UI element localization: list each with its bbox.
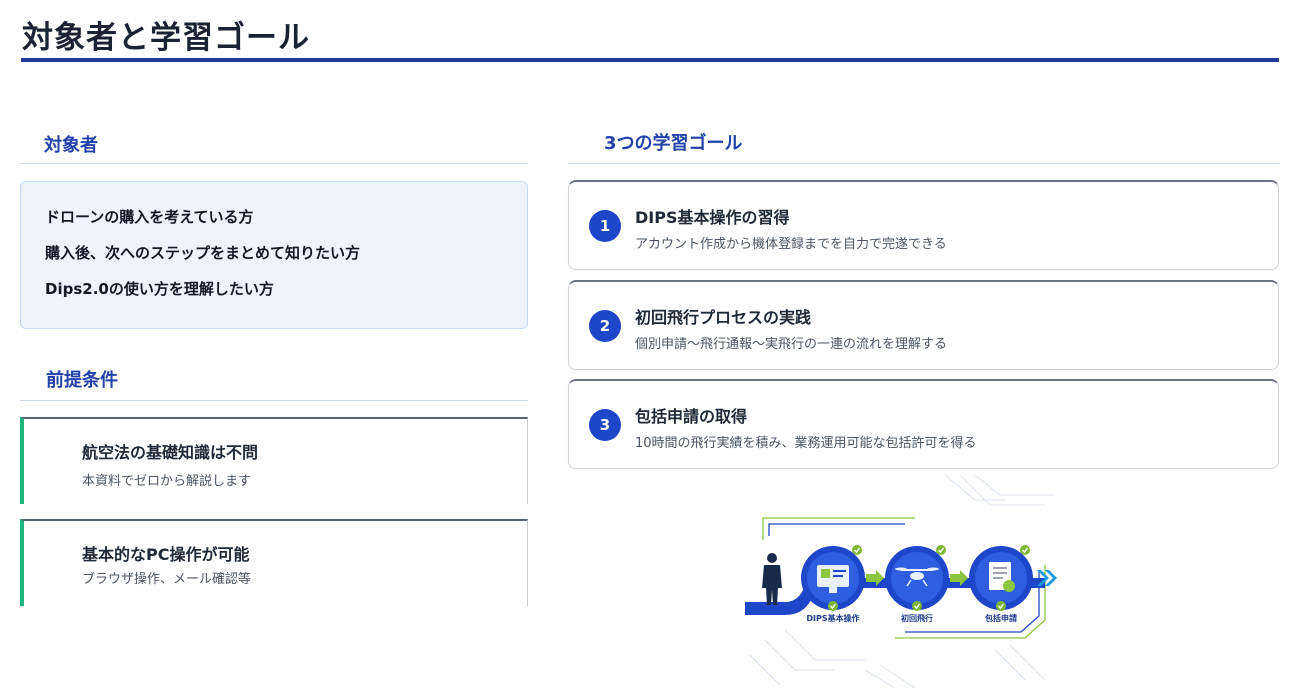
step-label: 初回飛行 xyxy=(901,613,933,623)
title-divider xyxy=(21,58,1279,62)
prerequisite-desc: ブラウザ操作、メール確認等 xyxy=(82,572,252,587)
prerequisites-heading: 前提条件 xyxy=(46,370,118,391)
goal-desc: アカウント作成から機体登録までを自力で完遂できる xyxy=(635,237,947,252)
goal-title: 包括申請の取得 xyxy=(635,407,748,426)
step-label: DIPS基本操作 xyxy=(806,613,859,623)
step-dips-icon xyxy=(801,546,865,610)
goal-title: DIPS基本操作の習得 xyxy=(635,208,790,227)
goal-number-badge: 3 xyxy=(589,409,621,441)
step-flight-icon xyxy=(885,546,949,610)
goal-desc: 10時間の飛行実績を積み、業務運用可能な包括許可を得る xyxy=(635,436,977,451)
goals-heading: 3つの学習ゴール xyxy=(604,133,743,154)
page-title: 対象者と学習ゴール xyxy=(22,20,310,56)
goal-card: 1 DIPS基本操作の習得 アカウント作成から機体登録までを自力で完遂できる xyxy=(568,180,1279,270)
audience-divider xyxy=(20,163,528,164)
learning-path-illustration: DIPS基本操作 初回飛行 包括申請 xyxy=(745,474,1057,688)
audience-heading: 対象者 xyxy=(44,135,98,156)
prerequisite-card: 航空法の基礎知識は不問 本資料でゼロから解説します xyxy=(20,417,528,504)
slide: 対象者と学習ゴール 対象者 ドローンの購入を考えている方 購入後、次へのステップ… xyxy=(0,0,1300,692)
goal-card: 2 初回飛行プロセスの実践 個別申請〜飛行通報〜実飛行の一連の流れを理解する xyxy=(568,280,1279,370)
goal-desc: 個別申請〜飛行通報〜実飛行の一連の流れを理解する xyxy=(635,337,948,352)
goal-title: 初回飛行プロセスの実践 xyxy=(635,308,812,327)
audience-item: ドローンの購入を考えている方 xyxy=(45,208,254,226)
prerequisite-desc: 本資料でゼロから解説します xyxy=(82,474,252,489)
audience-box: ドローンの購入を考えている方 購入後、次へのステップをまとめて知りたい方 Dip… xyxy=(20,181,528,329)
prerequisite-card: 基本的なPC操作が可能 ブラウザ操作、メール確認等 xyxy=(20,519,528,606)
prerequisites-divider xyxy=(20,400,528,401)
prerequisite-title: 基本的なPC操作が可能 xyxy=(82,545,250,564)
person-icon xyxy=(762,553,782,605)
audience-item: Dips2.0の使い方を理解したい方 xyxy=(45,280,274,298)
step-application-icon xyxy=(969,546,1033,610)
goal-number-badge: 2 xyxy=(589,310,621,342)
goal-number-badge: 1 xyxy=(589,210,621,242)
audience-item: 購入後、次へのステップをまとめて知りたい方 xyxy=(45,244,361,262)
goals-divider xyxy=(568,163,1279,164)
goal-card: 3 包括申請の取得 10時間の飛行実績を積み、業務運用可能な包括許可を得る xyxy=(568,379,1279,469)
step-label: 包括申請 xyxy=(984,613,1017,623)
prerequisite-title: 航空法の基礎知識は不問 xyxy=(82,443,259,462)
